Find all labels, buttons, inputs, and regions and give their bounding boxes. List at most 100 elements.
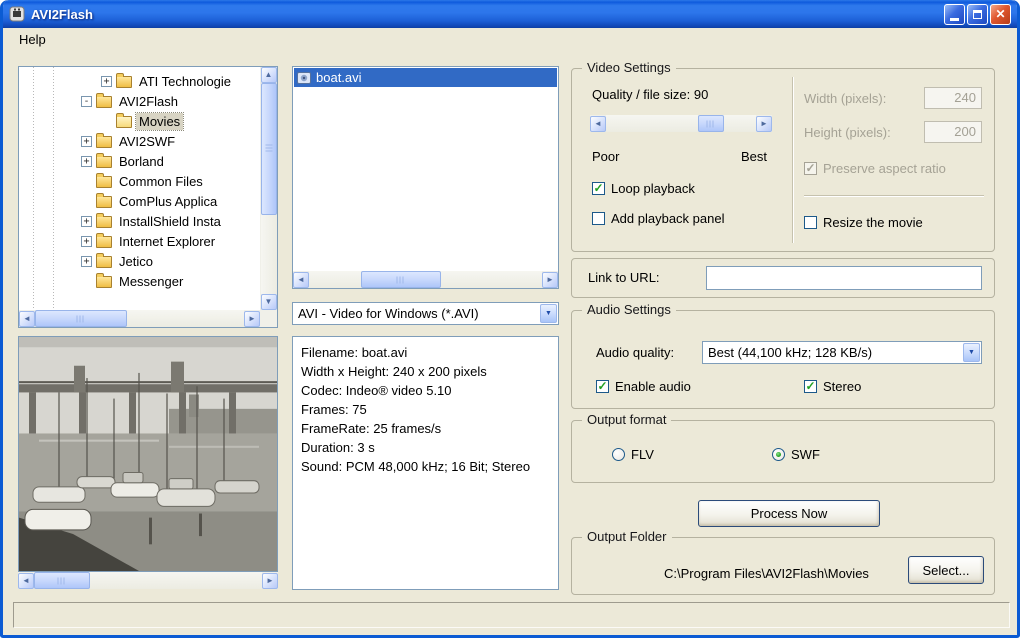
status-panel: [13, 602, 1010, 628]
file-list-horizontal-scrollbar[interactable]: ◄ ►: [293, 271, 558, 288]
slider-right-arrow-icon[interactable]: ►: [756, 116, 772, 132]
group-title: Video Settings: [582, 60, 676, 75]
info-line-frames: Frames: 75: [301, 400, 550, 419]
scrollbar-thumb[interactable]: [34, 572, 90, 589]
tree-item-jetico[interactable]: + Jetico: [19, 251, 260, 271]
close-icon: ✕: [995, 7, 1005, 21]
scroll-left-arrow-icon[interactable]: ◄: [19, 311, 35, 327]
checkbox-box: [804, 216, 817, 229]
tree-item-common-files[interactable]: Common Files: [19, 171, 260, 191]
divider: [792, 77, 793, 243]
scroll-right-arrow-icon[interactable]: ►: [262, 573, 278, 589]
maximize-button[interactable]: [967, 4, 988, 25]
scrollbar-track[interactable]: [309, 271, 542, 288]
scroll-left-arrow-icon[interactable]: ◄: [18, 573, 34, 589]
audio-quality-dropdown[interactable]: Best (44,100 kHz; 128 KB/s) ▼: [702, 341, 982, 364]
folder-icon: [96, 196, 112, 208]
tree-item-ati-technologies[interactable]: + ATI Technologie: [19, 71, 260, 91]
tree-item-label: AVI2SWF: [116, 133, 178, 150]
scrollbar-thumb[interactable]: [261, 83, 277, 215]
tree-horizontal-scrollbar[interactable]: ◄ ►: [19, 310, 260, 327]
flv-radio[interactable]: FLV: [612, 447, 654, 462]
width-field: 240: [924, 87, 982, 109]
quality-best-label: Best: [741, 149, 767, 164]
scroll-up-arrow-icon[interactable]: ▲: [261, 67, 277, 83]
tree-item-avi2swf[interactable]: + AVI2SWF: [19, 131, 260, 151]
checkbox-label: Enable audio: [615, 379, 691, 394]
tree-item-messenger[interactable]: Messenger: [19, 271, 260, 291]
checkbox-box: [592, 212, 605, 225]
format-dropdown[interactable]: AVI - Video for Windows (*.AVI) ▼: [292, 302, 559, 325]
file-list-panel: boat.avi ◄ ►: [292, 66, 559, 289]
add-playback-panel-checkbox[interactable]: Add playback panel: [592, 211, 724, 226]
tree-item-label: Internet Explorer: [116, 233, 218, 250]
tree-item-label: Jetico: [116, 253, 156, 270]
folder-icon: [96, 216, 112, 228]
tree-item-borland[interactable]: + Borland: [19, 151, 260, 171]
height-field: 200: [924, 121, 982, 143]
check-icon: ✓: [805, 163, 815, 173]
preview-horizontal-scrollbar[interactable]: ◄ ►: [18, 572, 278, 589]
enable-audio-checkbox[interactable]: ✓ Enable audio: [596, 379, 691, 394]
quality-slider[interactable]: ◄ ►: [590, 115, 772, 132]
checkbox-box: ✓: [596, 380, 609, 393]
process-now-button[interactable]: Process Now: [698, 500, 880, 527]
file-list-item-boat-avi[interactable]: boat.avi: [294, 68, 557, 87]
output-folder-path: C:\Program Files\AVI2Flash\Movies: [664, 566, 869, 581]
scrollbar-track[interactable]: [34, 572, 262, 589]
select-folder-button[interactable]: Select...: [908, 556, 984, 584]
tree-item-internet-explorer[interactable]: + Internet Explorer: [19, 231, 260, 251]
tree-expander-icon[interactable]: +: [81, 256, 92, 267]
check-icon: ✓: [597, 381, 607, 391]
menu-help[interactable]: Help: [13, 30, 52, 49]
tree-expander-icon[interactable]: +: [81, 216, 92, 227]
scroll-right-arrow-icon[interactable]: ►: [542, 272, 558, 288]
preview-image: [19, 337, 277, 571]
info-line-codec: Codec: Indeo® video 5.10: [301, 381, 550, 400]
tree-expander-icon[interactable]: +: [101, 76, 112, 87]
swf-radio[interactable]: SWF: [772, 447, 820, 462]
tree-item-complus-applications[interactable]: ComPlus Applica: [19, 191, 260, 211]
slider-left-arrow-icon[interactable]: ◄: [590, 116, 606, 132]
window-title: AVI2Flash: [31, 7, 942, 22]
slider-thumb[interactable]: [698, 115, 724, 132]
video-file-icon: [297, 71, 311, 85]
scrollbar-thumb[interactable]: [35, 310, 127, 327]
radio-icon: [612, 448, 625, 461]
check-icon: ✓: [593, 183, 603, 193]
resize-movie-checkbox[interactable]: Resize the movie: [804, 215, 923, 230]
tree-expander-icon[interactable]: +: [81, 156, 92, 167]
minimize-button[interactable]: [944, 4, 965, 25]
scrollbar-thumb[interactable]: [361, 271, 441, 288]
dropdown-arrow-icon[interactable]: ▼: [963, 343, 980, 362]
tree-item-avi2flash[interactable]: - AVI2Flash: [19, 91, 260, 111]
tree-expander-icon: [81, 176, 92, 187]
folder-tree: + ATI Technologie - AVI2Flash Movies + A…: [19, 67, 260, 310]
slider-track[interactable]: [606, 115, 756, 132]
stereo-checkbox[interactable]: ✓ Stereo: [804, 379, 861, 394]
info-line-framerate: FrameRate: 25 frames/s: [301, 419, 550, 438]
folder-icon: [96, 156, 112, 168]
tree-expander-icon[interactable]: +: [81, 136, 92, 147]
scrollbar-track[interactable]: [261, 83, 277, 294]
tree-item-installshield[interactable]: + InstallShield Insta: [19, 211, 260, 231]
tree-vertical-scrollbar[interactable]: ▲ ▼: [260, 67, 277, 310]
scrollbar-track[interactable]: [35, 310, 244, 327]
scrollbar-corner: [260, 310, 277, 327]
preserve-aspect-ratio-checkbox: ✓ Preserve aspect ratio: [804, 161, 946, 176]
output-format-group: Output format FLV SWF: [571, 420, 995, 483]
close-button[interactable]: ✕: [990, 4, 1011, 25]
folder-icon: [96, 176, 112, 188]
dropdown-arrow-icon[interactable]: ▼: [540, 304, 557, 323]
tree-expander-icon[interactable]: +: [81, 236, 92, 247]
checkbox-box: ✓: [804, 162, 817, 175]
scroll-right-arrow-icon[interactable]: ►: [244, 311, 260, 327]
scroll-down-arrow-icon[interactable]: ▼: [261, 294, 277, 310]
link-url-input[interactable]: [706, 266, 982, 290]
scroll-left-arrow-icon[interactable]: ◄: [293, 272, 309, 288]
audio-quality-value: Best (44,100 kHz; 128 KB/s): [703, 345, 963, 360]
tree-item-movies[interactable]: Movies: [19, 111, 260, 131]
loop-playback-checkbox[interactable]: ✓ Loop playback: [592, 181, 695, 196]
tree-expander-icon[interactable]: -: [81, 96, 92, 107]
app-window: AVI2Flash ✕ Help + ATI Technologie - AVI…: [0, 0, 1020, 638]
